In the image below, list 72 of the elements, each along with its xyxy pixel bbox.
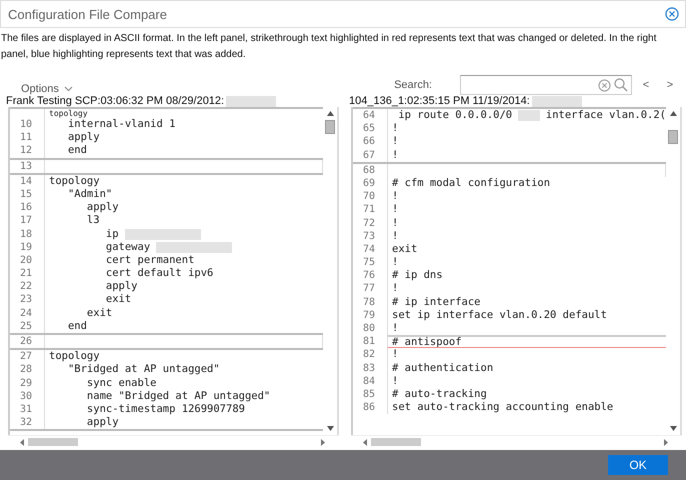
code-text: ! — [392, 322, 398, 336]
code-text: ip — [104, 228, 120, 241]
close-icon — [665, 7, 679, 21]
file-name: 104_136_1:02:35:15 PM 11/19/2014: — [349, 95, 530, 107]
code-text: # ip dns — [392, 269, 443, 282]
code-text: sync-timestamp 1269907789 — [86, 402, 245, 416]
code-text: sync enable — [86, 376, 156, 390]
window-title: Configuration File Compare — [8, 6, 167, 22]
code-text: gateway — [104, 240, 152, 254]
code-text: ip route 0.0.0.0/0 — [397, 109, 514, 122]
code-text: ! — [392, 216, 398, 230]
code-text: # authentication — [392, 362, 494, 375]
redacted-block — [518, 110, 540, 122]
scroll-up-icon — [670, 111, 676, 116]
search-label: Search: — [394, 79, 432, 91]
scroll-down-icon — [670, 426, 676, 431]
next-button[interactable]: > — [660, 79, 680, 91]
scroll-left-icon — [20, 438, 24, 446]
scrollbar-thumb[interactable] — [325, 120, 335, 134]
code-text: # ip interface — [392, 296, 481, 309]
chevron-down-icon — [64, 86, 73, 92]
code-text: ! — [392, 135, 398, 149]
scrollbar-thumb[interactable] — [371, 438, 421, 446]
scroll-right-icon — [321, 438, 325, 446]
code-text: end — [66, 144, 87, 158]
code-text: apply — [86, 416, 119, 430]
options-dropdown[interactable]: Options — [21, 83, 73, 95]
code-text: topology — [49, 174, 100, 188]
previous-button[interactable]: < — [636, 79, 656, 91]
code-text: apply — [104, 280, 138, 294]
code-text: set ip interface vlan.0.20 default — [392, 308, 607, 322]
scroll-right-icon — [664, 438, 668, 446]
code-text: apply — [66, 131, 100, 144]
code-text: ! — [392, 256, 398, 270]
code-text: "Bridged at AP untagged" — [66, 363, 220, 377]
scroll-down-icon — [326, 426, 334, 431]
code-text: ! — [392, 148, 398, 162]
file-name: Frank Testing SCP:03:06:32 PM 08/29/2012: — [6, 95, 224, 107]
code-text: l3 — [86, 214, 100, 228]
code-text: set auto-tracking accounting enable — [392, 401, 614, 414]
code-text: cert permanent — [104, 254, 194, 268]
code-text: exit — [104, 293, 132, 307]
close-button[interactable] — [665, 7, 679, 21]
code-text: ! — [392, 282, 398, 296]
code-text: apply — [86, 201, 119, 214]
code-text: "Admin" — [66, 188, 112, 202]
scroll-up-icon — [326, 111, 334, 116]
code-text: # auto-tracking — [392, 388, 487, 402]
search-field[interactable] — [460, 75, 632, 95]
description-text: The files are displayed in ASCII format. In the left panel, strikethrough text highlighted in red represents text that was changed or deleted. In the right panel, blue highlighting represents text that was added. — [1, 32, 658, 62]
ok-button[interactable]: OK — [608, 455, 668, 475]
code-text: ! — [392, 190, 398, 204]
code-text: ! — [392, 374, 398, 388]
code-text: topology — [49, 350, 100, 364]
code-text: ! — [392, 203, 398, 216]
code-text: ! — [392, 230, 398, 243]
code-text: name "Bridged at AP untagged" — [86, 390, 270, 403]
code-text: cert default ipv6 — [104, 267, 214, 280]
search-icon — [614, 78, 628, 92]
code-text: internal-vlanid 1 — [66, 118, 176, 132]
code-text: # cfm modal configuration — [392, 176, 550, 190]
code-text: topology — [49, 109, 88, 118]
code-text: ! — [392, 348, 398, 362]
code-text: interface vlan.0.2( — [544, 109, 666, 122]
scrollbar-thumb[interactable] — [668, 130, 678, 144]
code-text: exit — [86, 306, 112, 320]
code-text: exit — [392, 242, 418, 256]
scrollbar-thumb[interactable] — [28, 438, 78, 446]
scroll-left-icon — [363, 438, 367, 446]
clear-icon — [598, 78, 611, 92]
code-text: end — [66, 320, 87, 333]
code-text: ! — [392, 122, 398, 136]
